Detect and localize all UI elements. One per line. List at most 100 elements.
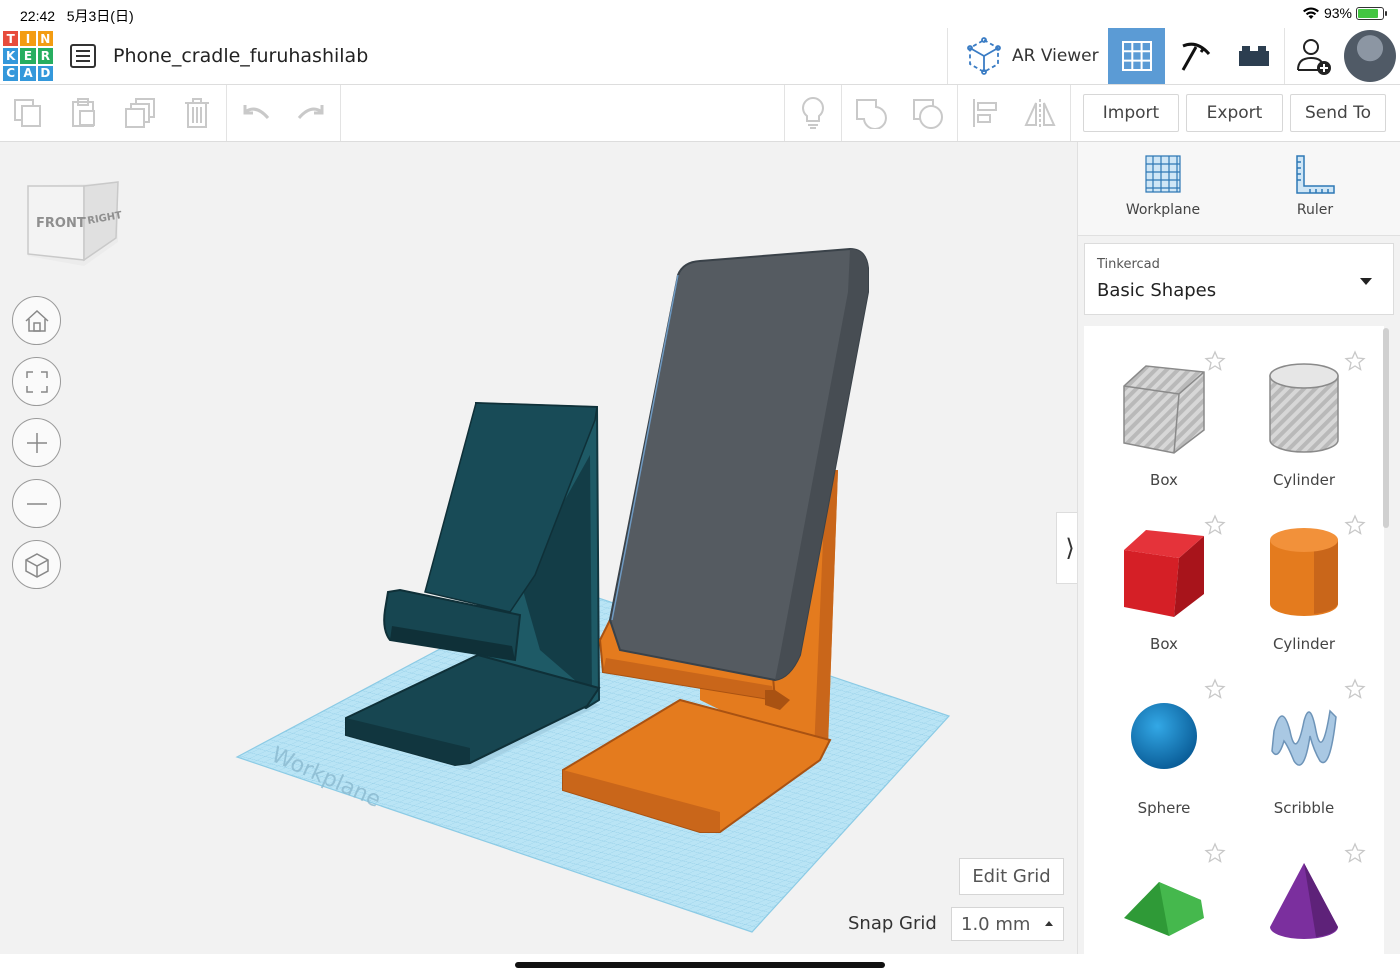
undo-icon xyxy=(243,105,270,120)
perspective-button[interactable] xyxy=(12,540,61,589)
3d-design-view-button[interactable] xyxy=(1108,28,1165,84)
delete-button[interactable] xyxy=(169,85,225,141)
group-icon xyxy=(856,99,887,129)
export-button[interactable]: Export xyxy=(1186,94,1283,132)
wifi-icon xyxy=(1302,7,1319,19)
workplane-label: Workplane xyxy=(1125,202,1201,218)
mirror-icon xyxy=(1024,99,1056,127)
notes-button[interactable] xyxy=(785,85,841,141)
invite-button[interactable] xyxy=(1284,28,1342,84)
library-owner: Tinkercad xyxy=(1097,257,1160,272)
user-avatar[interactable] xyxy=(1344,30,1396,82)
zoom-in-button[interactable] xyxy=(12,418,61,467)
copy-button[interactable] xyxy=(0,85,56,141)
shape-grid: Box Cylinder Box Cylinder Sphere Scribbl… xyxy=(1084,326,1384,954)
logo-letter: K xyxy=(3,48,19,64)
view-cube-front-label: FRONT xyxy=(36,216,86,231)
cube-outline-icon xyxy=(24,552,49,578)
sphere-icon xyxy=(1114,686,1214,786)
grid-icon xyxy=(1121,41,1152,71)
status-time: 22:42 5月3日(日) xyxy=(20,8,134,24)
bricks-view-button[interactable] xyxy=(1225,28,1283,84)
status-bar: 22:42 5月3日(日) 93% xyxy=(0,0,1400,28)
shape-label: Box xyxy=(1150,635,1178,653)
align-button[interactable] xyxy=(957,85,1013,141)
zoom-out-button[interactable] xyxy=(12,479,61,528)
home-indicator[interactable] xyxy=(515,962,885,968)
shape-tile-sphere[interactable]: Sphere xyxy=(1094,666,1234,826)
lightbulb-icon xyxy=(802,96,824,129)
shape-tile-scribble[interactable]: Scribble xyxy=(1234,666,1374,826)
ar-viewer-button[interactable]: AR Viewer xyxy=(947,28,1107,84)
roof-icon xyxy=(1114,850,1214,950)
cylinder-hole-icon xyxy=(1254,358,1354,458)
shape-library-select[interactable]: Tinkercad Basic Shapes xyxy=(1084,243,1394,315)
send-to-button[interactable]: Send To xyxy=(1290,94,1386,132)
top-bar: T I N K E R C A D Phone_cradle_furuhashi… xyxy=(0,28,1400,85)
logo-letter: C xyxy=(3,65,19,81)
add-user-icon xyxy=(1296,39,1331,75)
ar-viewer-label: AR Viewer xyxy=(1012,46,1099,66)
box-hole-icon xyxy=(1114,358,1214,458)
shape-tile-cylinder-hole[interactable]: Cylinder xyxy=(1234,338,1374,498)
shapes-scrollbar[interactable] xyxy=(1383,328,1389,528)
fit-icon xyxy=(25,370,48,393)
mirror-button[interactable] xyxy=(1012,85,1068,141)
snap-grid-select[interactable]: 1.0 mm xyxy=(951,907,1064,941)
redo-icon xyxy=(297,105,324,120)
design-title[interactable]: Phone_cradle_furuhashilab xyxy=(113,45,368,67)
shape-tile-box-hole[interactable]: Box xyxy=(1094,338,1234,498)
logo-letter: A xyxy=(20,65,36,81)
redo-button[interactable] xyxy=(283,85,339,141)
shape-label: Cylinder xyxy=(1272,471,1336,489)
view-cube[interactable]: FRONT RIGHT xyxy=(24,180,124,274)
scribble-icon xyxy=(1254,686,1354,786)
ruler-tool[interactable]: Ruler xyxy=(1245,154,1385,218)
logo-letter: D xyxy=(37,65,53,81)
shape-tile-roof[interactable] xyxy=(1094,830,1234,954)
shape-label: Sphere xyxy=(1137,799,1191,817)
panel-tools: Workplane Ruler xyxy=(1078,142,1400,236)
edit-grid-button[interactable]: Edit Grid xyxy=(959,858,1064,895)
pickaxe-icon xyxy=(1181,42,1211,71)
workplane-tool[interactable]: Workplane xyxy=(1093,154,1233,218)
shape-tile-box[interactable]: Box xyxy=(1094,502,1234,662)
ruler-label: Ruler xyxy=(1296,202,1334,218)
chevron-right-icon: ⟩ xyxy=(1065,534,1075,562)
dropdown-arrow-icon xyxy=(1360,278,1372,285)
shape-label: Box xyxy=(1150,471,1178,489)
snap-grid-value: 1.0 mm xyxy=(961,913,1031,935)
3d-workspace[interactable]: Workplane FRONT RIGHT ⟩ Edit Grid Snap G… xyxy=(0,142,1083,954)
shape-label: Cylinder xyxy=(1272,635,1336,653)
undo-button[interactable] xyxy=(228,85,284,141)
shapes-panel: Workplane Ruler Tinkercad Basic Shapes B… xyxy=(1077,142,1400,954)
workplane-icon xyxy=(1145,155,1181,193)
home-icon xyxy=(24,309,49,332)
design-list-icon[interactable] xyxy=(70,44,96,68)
scene-canvas[interactable]: Workplane xyxy=(0,142,1077,954)
brick-icon xyxy=(1239,46,1269,66)
duplicate-button[interactable] xyxy=(113,85,169,141)
group-button[interactable] xyxy=(843,85,899,141)
status-indicators: 93% xyxy=(1302,5,1387,21)
battery-percent: 93% xyxy=(1323,5,1352,21)
trash-icon xyxy=(185,98,209,128)
shape-tile-cylinder[interactable]: Cylinder xyxy=(1234,502,1374,662)
plus-icon xyxy=(26,432,47,453)
cylinder-icon xyxy=(1254,522,1354,622)
import-button[interactable]: Import xyxy=(1083,94,1179,132)
ar-cube-icon xyxy=(967,37,1001,75)
blocks-view-button[interactable] xyxy=(1166,28,1224,84)
box-icon xyxy=(1114,522,1214,622)
logo-letter: T xyxy=(3,31,19,47)
edit-toolbar: Import Export Send To xyxy=(0,85,1400,142)
fit-view-button[interactable] xyxy=(12,357,61,406)
ungroup-button[interactable] xyxy=(900,85,956,141)
paste-button[interactable] xyxy=(56,85,112,141)
snap-grid-label: Snap Grid xyxy=(848,913,937,934)
caret-up-icon xyxy=(1045,921,1053,926)
shape-tile-cone[interactable] xyxy=(1234,830,1374,954)
tinkercad-logo[interactable]: T I N K E R C A D xyxy=(3,31,53,81)
home-view-button[interactable] xyxy=(12,296,61,345)
teal-phone-cradle[interactable] xyxy=(345,401,601,767)
